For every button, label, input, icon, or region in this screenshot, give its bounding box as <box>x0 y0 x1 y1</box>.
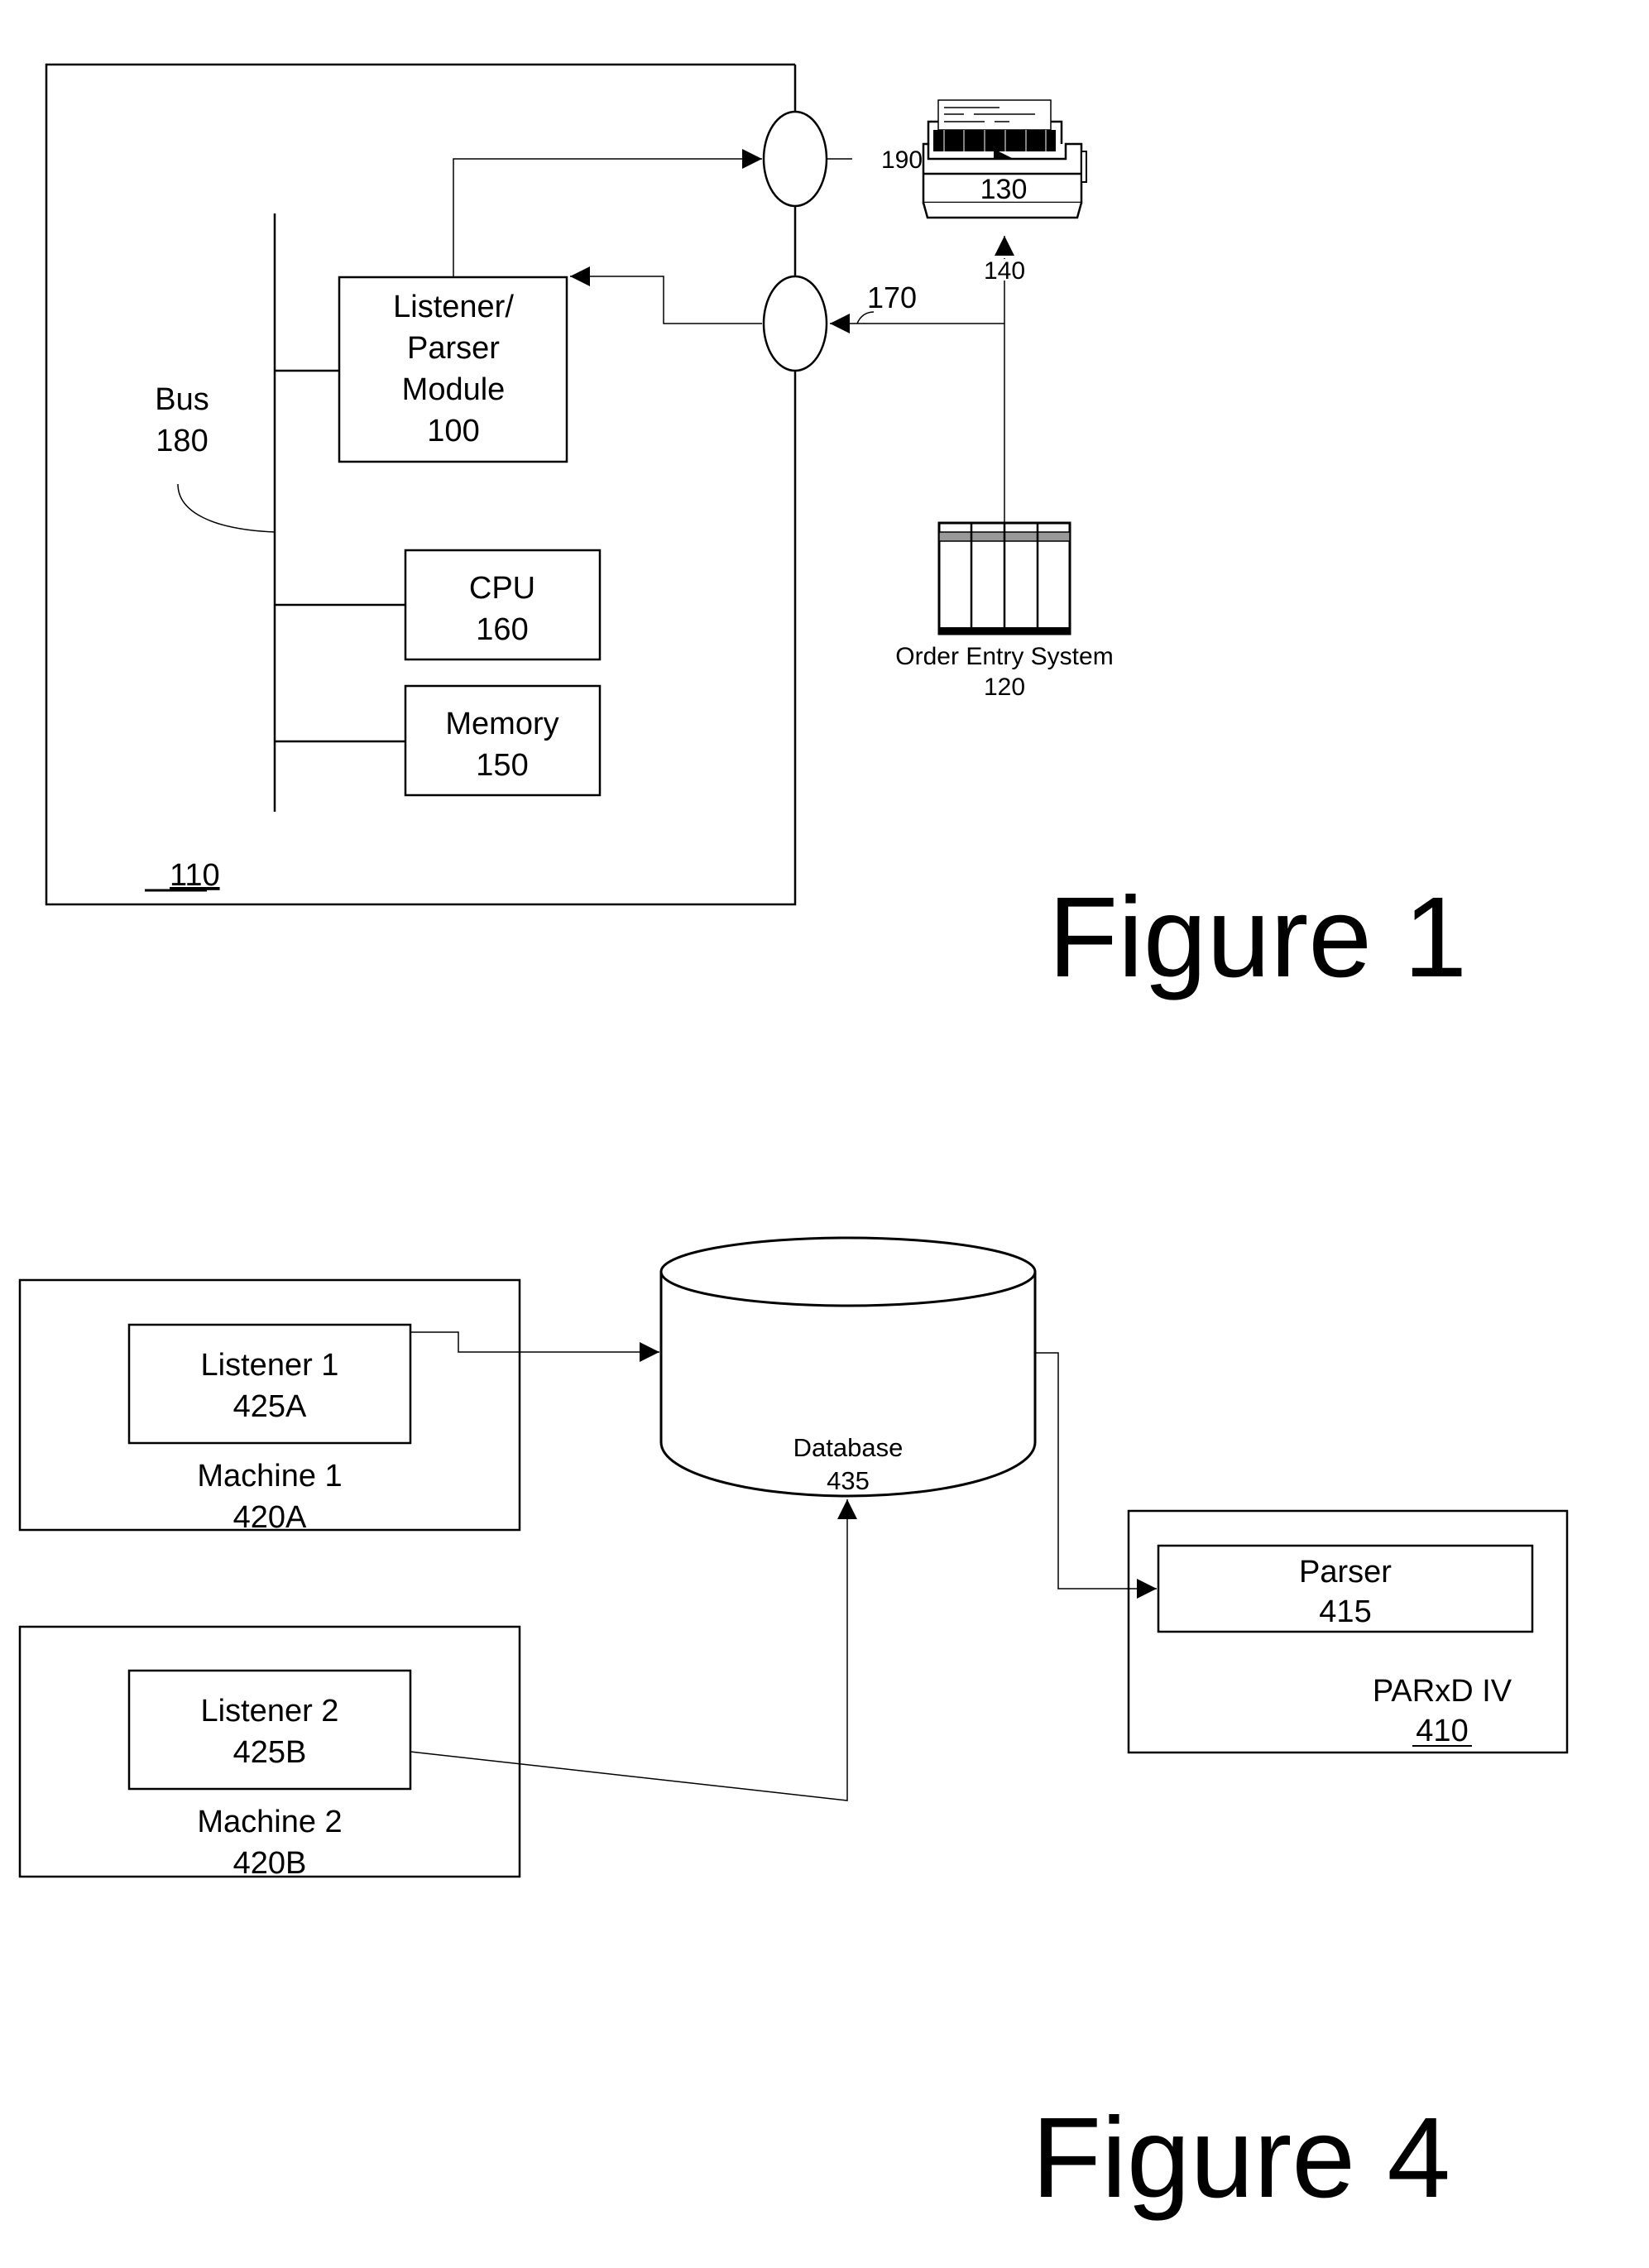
listener-2-label: Listener 2 <box>201 1694 339 1729</box>
listener-parser-ref: 100 <box>427 414 479 448</box>
database-label: Database <box>793 1433 904 1462</box>
patent-diagram: 110 Bus 180 Listener/ Parser Module 100 … <box>18 63 1569 2222</box>
order-entry-ref: 120 <box>984 674 1025 701</box>
figure-1: 110 Bus 180 Listener/ Parser Module 100 … <box>45 63 1467 1001</box>
connection-170-label: 170 <box>867 281 917 314</box>
figure-1-title: Figure 1 <box>1048 874 1467 1001</box>
cpu-label: CPU <box>469 571 535 606</box>
database-ref: 435 <box>827 1466 870 1495</box>
machine-1-label: Machine 1 <box>197 1459 342 1494</box>
bus-label: Bus <box>155 382 209 417</box>
output-port <box>762 110 828 208</box>
listener-2-box <box>127 1669 412 1791</box>
machine-1-ref: 420A <box>233 1500 307 1535</box>
order-entry-label: Order Entry System <box>895 643 1113 670</box>
figure-4: Listener 1 425A Machine 1 420A Listener … <box>18 1236 1569 2222</box>
listener-1-ref: 425A <box>233 1389 307 1424</box>
printer-ref: 130 <box>980 174 1028 205</box>
cpu-ref: 160 <box>476 612 528 647</box>
listener-2-ref: 425B <box>233 1735 307 1770</box>
order-entry-system-icon <box>937 521 1071 635</box>
bus-ref: 180 <box>156 424 208 458</box>
machine-2-ref: 420B <box>233 1846 307 1881</box>
listener-parser-line1: Listener/ <box>393 290 514 324</box>
figure-4-title: Figure 4 <box>1032 2094 1450 2222</box>
machine-2-label: Machine 2 <box>197 1805 342 1839</box>
printer-130: 130 <box>922 99 1087 219</box>
parxd-ref: 410 <box>1416 1714 1468 1748</box>
parxd-label: PARxD IV <box>1373 1674 1512 1709</box>
bus-leader <box>177 483 276 533</box>
memory-ref: 150 <box>476 748 528 783</box>
system-ref: 110 <box>170 858 220 893</box>
connection-190-label: 190 <box>881 146 923 174</box>
memory-label: Memory <box>445 707 558 741</box>
connection-140-label: 140 <box>984 257 1025 285</box>
input-port <box>762 275 828 372</box>
listener-parser-line3: Module <box>402 372 506 407</box>
parser-ref: 415 <box>1319 1594 1371 1629</box>
listener-parser-line2: Parser <box>407 331 500 366</box>
listener-1-box <box>127 1323 412 1445</box>
parser-label: Parser <box>1299 1555 1392 1590</box>
listener-1-label: Listener 1 <box>201 1348 339 1383</box>
